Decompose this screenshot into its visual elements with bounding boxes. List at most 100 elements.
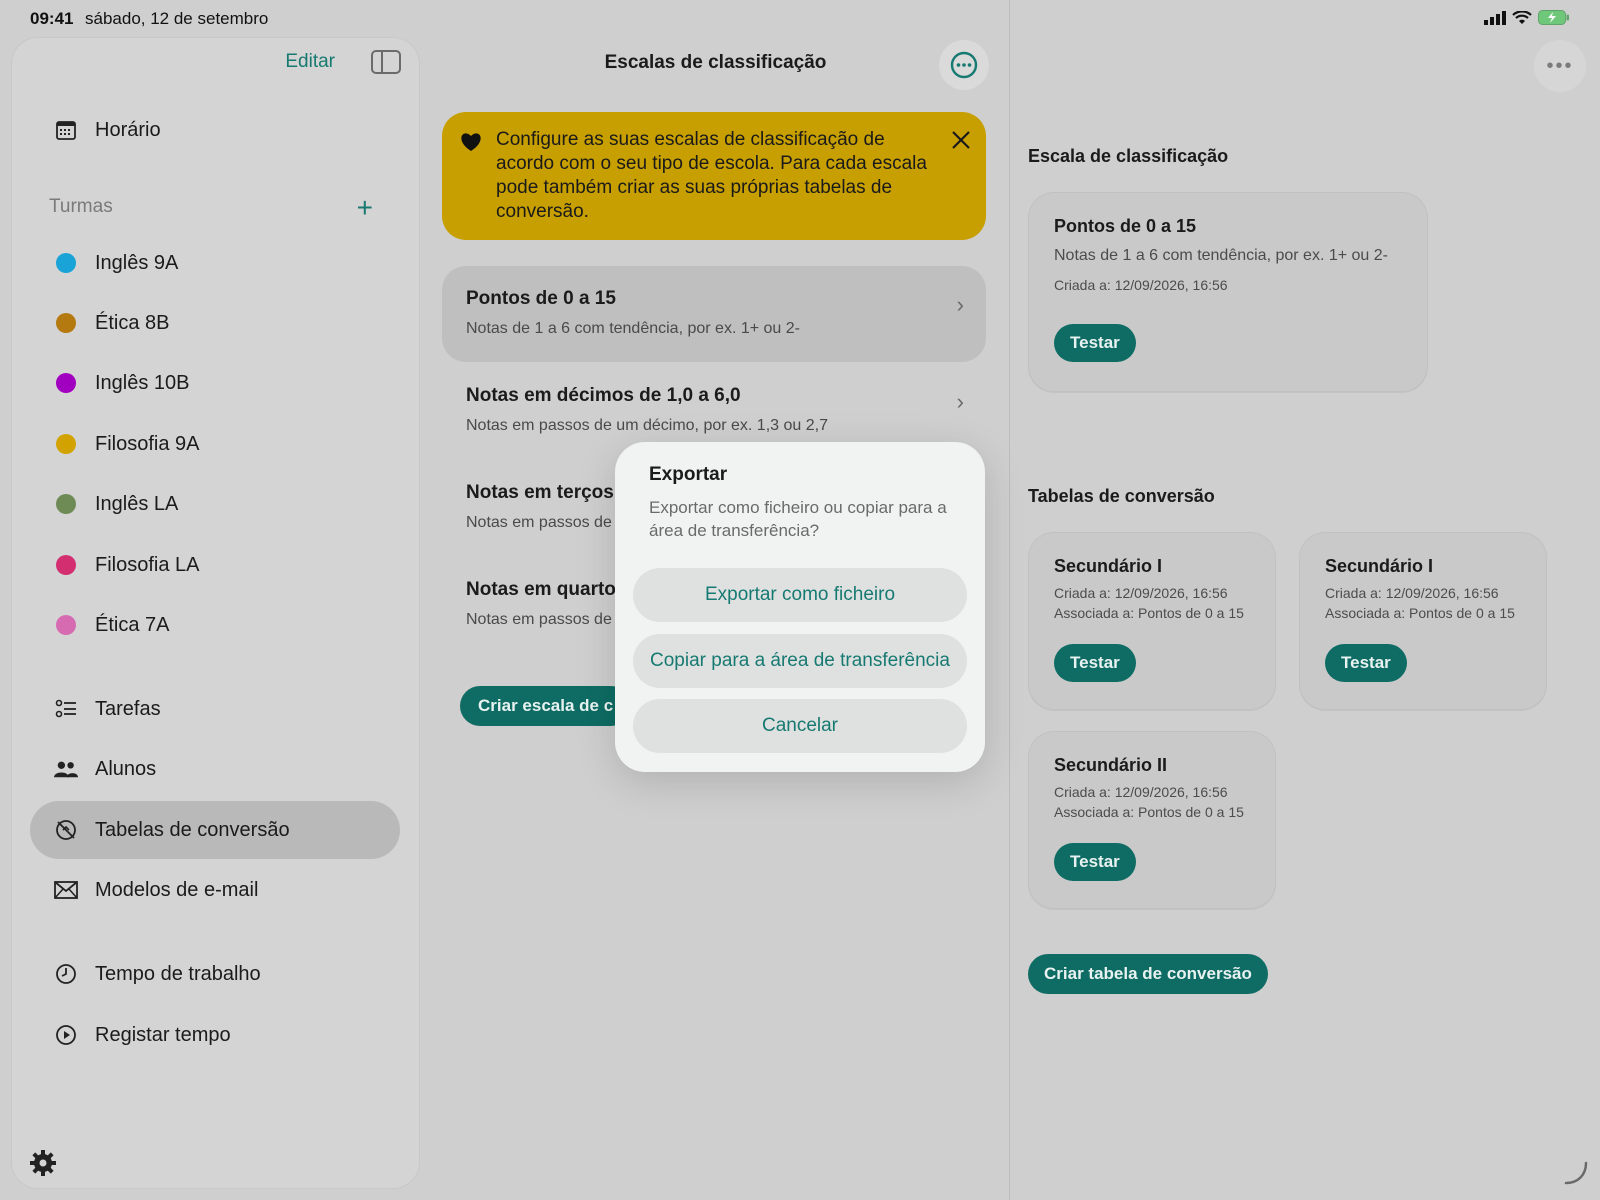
class-color-dot: [56, 555, 76, 575]
play-circle-icon: [54, 1023, 78, 1047]
sidebar-item-class[interactable]: Ética 8B: [30, 294, 400, 352]
table-card-title: Secundário I: [1054, 556, 1163, 576]
sidebar-item-label: Inglês LA: [95, 492, 179, 515]
status-bar: 09:41 sábado, 12 de setembro: [0, 0, 1600, 36]
copy-clipboard-button[interactable]: Copiar para a área de transferência: [633, 634, 967, 688]
scale-title: Notas em décimos de 1,0 a 6,0: [466, 385, 741, 406]
classes-section-title: Turmas: [49, 196, 113, 217]
export-file-button[interactable]: Exportar como ficheiro: [633, 568, 967, 622]
tables-section-title: Tabelas de conversão: [1028, 486, 1215, 506]
table-card-assoc: Associada a: Pontos de 0 a 15: [1054, 605, 1244, 621]
page-title: Escalas de classificação: [604, 52, 827, 73]
wifi-icon: [1512, 10, 1532, 24]
sidebar-item-class[interactable]: Ética 7A: [30, 596, 400, 654]
sidebar-item-class[interactable]: Inglês 10B: [30, 354, 400, 412]
calendar-icon: [54, 118, 78, 142]
envelope-icon: [54, 878, 78, 902]
sidebar-item-label: Tarefas: [95, 697, 161, 720]
sidebar-item-tasks[interactable]: Tarefas: [30, 680, 400, 738]
sidebar-item-label: Horário: [95, 118, 161, 141]
scale-row[interactable]: Pontos de 0 a 15 Notas de 1 a 6 com tend…: [442, 266, 986, 362]
sidebar-item-label: Ética 8B: [95, 311, 170, 334]
sidebar-item-work-time[interactable]: Tempo de trabalho: [30, 945, 400, 1003]
sidebar-item-schedule[interactable]: Horário: [30, 101, 400, 159]
class-color-dot: [56, 494, 76, 514]
info-banner: Configure as suas escalas de classificaç…: [442, 112, 986, 240]
ellipsis-circle-icon: [950, 51, 978, 79]
sidebar-item-label: Inglês 10B: [95, 371, 190, 394]
conversion-table-card: Secundário I Criada a: 12/09/2026, 16:56…: [1028, 532, 1276, 710]
sidebar-item-label: Tempo de trabalho: [95, 962, 261, 985]
sidebar-item-class[interactable]: Inglês 9A: [30, 234, 400, 292]
cancel-button[interactable]: Cancelar: [633, 699, 967, 753]
table-card-assoc: Associada a: Pontos de 0 a 15: [1054, 804, 1244, 820]
heart-icon: [460, 132, 482, 159]
more-options-right-button[interactable]: •••: [1534, 40, 1586, 92]
banner-text: Configure as suas escalas de classificaç…: [496, 129, 927, 222]
more-options-button[interactable]: [939, 40, 989, 90]
sidebar-item-students[interactable]: Alunos: [30, 740, 400, 798]
class-color-dot: [56, 373, 76, 393]
sidebar-item-email-templates[interactable]: Modelos de e-mail: [30, 861, 400, 919]
dialog-message: Exportar como ficheiro ou copiar para a …: [649, 498, 947, 540]
scale-subtitle: Notas em passos de um décimo, por ex. 1,…: [466, 417, 828, 434]
table-card-created: Criada a: 12/09/2026, 16:56: [1325, 585, 1499, 601]
scale-card-subtitle: Notas de 1 a 6 com tendência, por ex. 1+…: [1054, 247, 1388, 264]
status-time: 09:41: [30, 9, 74, 28]
conversion-table-card: Secundário I Criada a: 12/09/2026, 16:56…: [1299, 532, 1547, 710]
sidebar-item-label: Modelos de e-mail: [95, 878, 259, 901]
scale-card-title: Pontos de 0 a 15: [1054, 216, 1197, 236]
sidebar-item-class[interactable]: Filosofia 9A: [30, 415, 400, 473]
class-color-dot: [56, 313, 76, 333]
status-icons: [1484, 10, 1570, 25]
class-color-dot: [56, 615, 76, 635]
table-card-title: Secundário II: [1054, 755, 1168, 775]
test-button[interactable]: Testar: [1054, 324, 1136, 362]
checklist-icon: [54, 697, 78, 721]
edit-button[interactable]: Editar: [285, 51, 335, 73]
sidebar-item-label: Inglês 9A: [95, 251, 179, 274]
table-card-created: Criada a: 12/09/2026, 16:56: [1054, 784, 1228, 800]
scale-card: Pontos de 0 a 15 Notas de 1 a 6 com tend…: [1028, 192, 1428, 392]
sidebar-item-label: Filosofia LA: [95, 553, 200, 576]
test-button[interactable]: Testar: [1054, 843, 1136, 881]
gear-icon[interactable]: [28, 1148, 58, 1178]
status-date: sábado, 12 de setembro: [85, 9, 269, 28]
sidebar-item-label: Tabelas de conversão: [95, 818, 290, 841]
scale-card-created: Criada a: 12/09/2026, 16:56: [1054, 277, 1228, 293]
sidebar: Editar Horário Turmas + Inglês 9A Ética …: [12, 38, 419, 1188]
cellular-signal-icon: [1484, 10, 1506, 25]
sidebar-item-class[interactable]: Filosofia LA: [30, 536, 400, 594]
create-scale-button[interactable]: Criar escala de c: [460, 686, 632, 726]
sidebar-toggle-icon[interactable]: [371, 50, 401, 74]
sidebar-item-label: Alunos: [95, 757, 157, 780]
sidebar-item-conversion-tables[interactable]: Tabelas de conversão: [30, 801, 400, 859]
people-icon: [54, 757, 78, 781]
sidebar-item-label: Registar tempo: [95, 1023, 231, 1046]
chevron-right-icon: ›: [956, 292, 964, 317]
chevron-right-icon: ›: [956, 389, 964, 414]
test-button[interactable]: Testar: [1054, 644, 1136, 682]
table-card-title: Secundário I: [1325, 556, 1434, 576]
resize-handle-icon[interactable]: [1562, 1159, 1590, 1192]
conversion-icon: [54, 818, 78, 842]
sidebar-item-label: Ética 7A: [95, 613, 170, 636]
sidebar-toolbar: Editar: [285, 50, 401, 74]
clock-icon: [54, 962, 78, 986]
export-dialog: Exportar Exportar como ficheiro ou copia…: [615, 442, 985, 772]
dialog-title: Exportar: [649, 464, 728, 485]
detail-panel: ••• Escala de classificação Pontos de 0 …: [1010, 36, 1600, 1200]
class-color-dot: [56, 434, 76, 454]
add-class-button[interactable]: +: [357, 194, 373, 222]
create-conversion-table-button[interactable]: Criar tabela de conversão: [1028, 954, 1268, 994]
close-icon[interactable]: [952, 130, 970, 154]
sidebar-item-register-time[interactable]: Registar tempo: [30, 1006, 400, 1064]
table-card-assoc: Associada a: Pontos de 0 a 15: [1325, 605, 1515, 621]
sidebar-item-label: Filosofia 9A: [95, 432, 200, 455]
scale-section-title: Escala de classificação: [1028, 146, 1229, 166]
sidebar-item-class[interactable]: Inglês LA: [30, 475, 400, 533]
test-button[interactable]: Testar: [1325, 644, 1407, 682]
class-color-dot: [56, 253, 76, 273]
scale-subtitle: Notas de 1 a 6 com tendência, por ex. 1+…: [466, 320, 800, 337]
ellipsis-icon: •••: [1546, 54, 1574, 77]
